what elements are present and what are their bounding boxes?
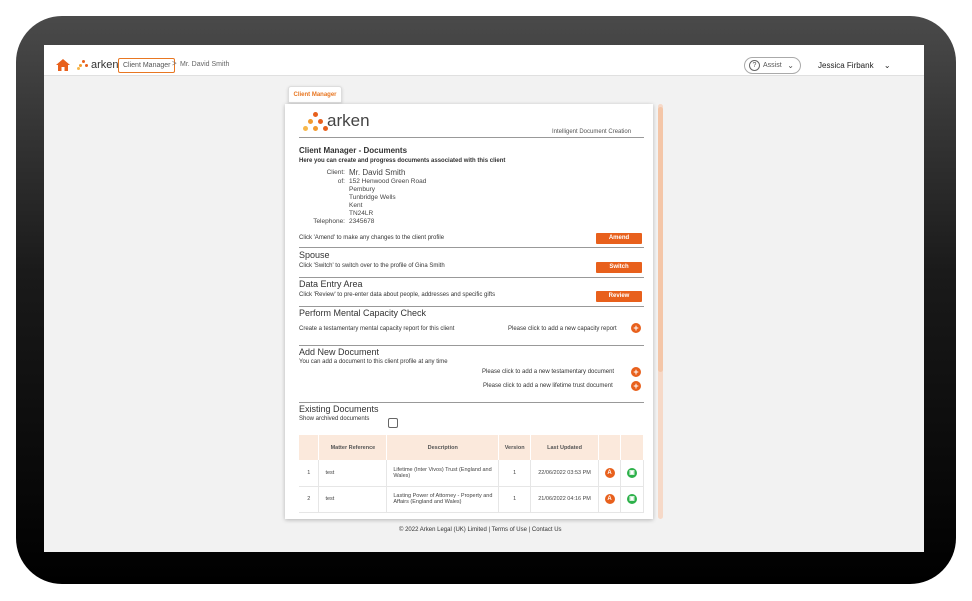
breadcrumb-separator: > (172, 59, 177, 68)
terms-link[interactable]: Terms of Use (492, 527, 527, 533)
show-archived-checkbox[interactable] (388, 418, 398, 428)
of-label: of: (337, 178, 345, 185)
chevron-down-icon: ⌄ (883, 61, 891, 70)
address-line: Kent (349, 202, 363, 209)
plus-circle-icon[interactable]: + (631, 367, 641, 377)
app-logo[interactable]: arken (77, 59, 119, 71)
existing-title: Existing Documents (299, 404, 379, 414)
question-icon: ? (749, 60, 760, 71)
divider (299, 306, 644, 307)
table-row[interactable]: 1 test Lifetime (Inter Vivos) Trust (Eng… (299, 460, 645, 487)
document-description: Lasting Power of Attorney - Property and… (386, 486, 500, 513)
data-entry-desc: Click 'Review' to pre-enter data about p… (299, 292, 496, 298)
matter-reference: test (318, 486, 388, 513)
column-header: Last Updated (530, 435, 600, 460)
table-row[interactable]: 2 test Lasting Power of Attorney - Prope… (299, 486, 645, 513)
row-number: 1 (299, 460, 320, 487)
address-line: Pembury (349, 186, 376, 193)
document-version: 1 (498, 486, 532, 513)
tagline: Intelligent Document Creation (552, 129, 632, 135)
user-menu[interactable]: Jessica Firbank ⌄ (818, 61, 891, 70)
app-screen: arken Client Manager > Mr. David Smith ?… (44, 45, 924, 552)
top-bar: arken Client Manager > Mr. David Smith ?… (44, 45, 924, 76)
panel-logo-text: arken (327, 111, 370, 130)
assist-button[interactable]: ? Assist ⌄ (744, 57, 801, 74)
plus-circle-icon[interactable]: + (631, 381, 641, 391)
column-header: Description (386, 435, 500, 460)
lock-icon[interactable]: ▣ (626, 467, 637, 478)
address-line: TN24LR (349, 210, 374, 217)
column-header (299, 435, 320, 460)
client-documents-panel: arken Intelligent Document Creation Clie… (285, 104, 653, 519)
column-header (620, 435, 645, 460)
divider (299, 277, 644, 278)
review-button[interactable]: Review (596, 291, 642, 302)
home-icon[interactable] (56, 59, 70, 71)
table-header-row: Matter Reference Description Version Las… (299, 435, 645, 460)
show-archived-label: Show archived documents (299, 416, 370, 422)
assist-label: Assist (763, 62, 782, 69)
amend-icon[interactable]: A (604, 494, 615, 504)
arken-logo-icon (77, 60, 89, 71)
switch-button[interactable]: Switch (596, 262, 642, 273)
document-description: Lifetime (Inter Vivos) Trust (England an… (386, 460, 500, 487)
telephone-value: 2345678 (349, 218, 375, 225)
page-title: Client Manager - Documents (299, 146, 408, 155)
divider (299, 402, 644, 403)
divider (299, 247, 644, 248)
column-header (598, 435, 621, 460)
document-version: 1 (498, 460, 532, 487)
amend-button[interactable]: Amend (596, 233, 642, 244)
user-name: Jessica Firbank (818, 61, 874, 70)
client-name: Mr. David Smith (349, 168, 406, 177)
column-header: Version (498, 435, 532, 460)
chevron-down-icon: ⌄ (787, 61, 794, 70)
contact-link[interactable]: Contact Us (532, 527, 562, 533)
footer: © 2022 Arken Legal (UK) Limited | Terms … (399, 527, 562, 533)
capacity-desc: Create a testamentary mental capacity re… (299, 326, 455, 332)
panel-scrollbar-thumb[interactable] (658, 107, 663, 372)
breadcrumb-current: Mr. David Smith (180, 61, 230, 68)
last-updated: 21/06/2022 04:16 PM (530, 486, 600, 513)
divider (299, 345, 644, 346)
add-doc-title: Add New Document (299, 347, 380, 357)
last-updated: 22/06/2022 03:53 PM (530, 460, 600, 487)
add-testamentary-link[interactable]: Please click to add a new testamentary d… (482, 369, 614, 375)
matter-reference: test (318, 460, 388, 487)
telephone-label: Telephone: (313, 218, 345, 225)
app-logo-text: arken (91, 59, 119, 71)
address-line: Tunbridge Wells (349, 194, 396, 201)
documents-table: Matter Reference Description Version Las… (299, 435, 645, 513)
add-doc-desc: You can add a document to this client pr… (299, 359, 448, 365)
spouse-title: Spouse (299, 250, 330, 260)
plus-circle-icon[interactable]: + (631, 323, 641, 333)
spouse-desc: Click 'Switch' to switch over to the pro… (299, 263, 445, 269)
lock-icon[interactable]: ▣ (626, 494, 637, 504)
column-header: Matter Reference (318, 435, 388, 460)
data-entry-title: Data Entry Area (299, 279, 363, 289)
add-capacity-link[interactable]: Please click to add a new capacity repor… (508, 326, 617, 332)
page-intro: Here you can create and progress documen… (299, 158, 506, 164)
breadcrumb-client-manager[interactable]: Client Manager (118, 58, 176, 73)
client-label: Client: (326, 169, 345, 176)
row-number: 2 (299, 486, 320, 513)
tab-client-manager[interactable]: Client Manager (288, 86, 342, 103)
amend-icon[interactable]: A (604, 467, 615, 478)
add-lifetime-trust-link[interactable]: Please click to add a new lifetime trust… (483, 383, 613, 389)
copyright: © 2022 Arken Legal (UK) Limited (399, 527, 487, 533)
amend-desc: Click 'Amend' to make any changes to the… (299, 235, 445, 241)
address-line: 152 Henwood Green Road (349, 178, 427, 185)
divider (299, 137, 644, 138)
capacity-title: Perform Mental Capacity Check (299, 308, 427, 318)
